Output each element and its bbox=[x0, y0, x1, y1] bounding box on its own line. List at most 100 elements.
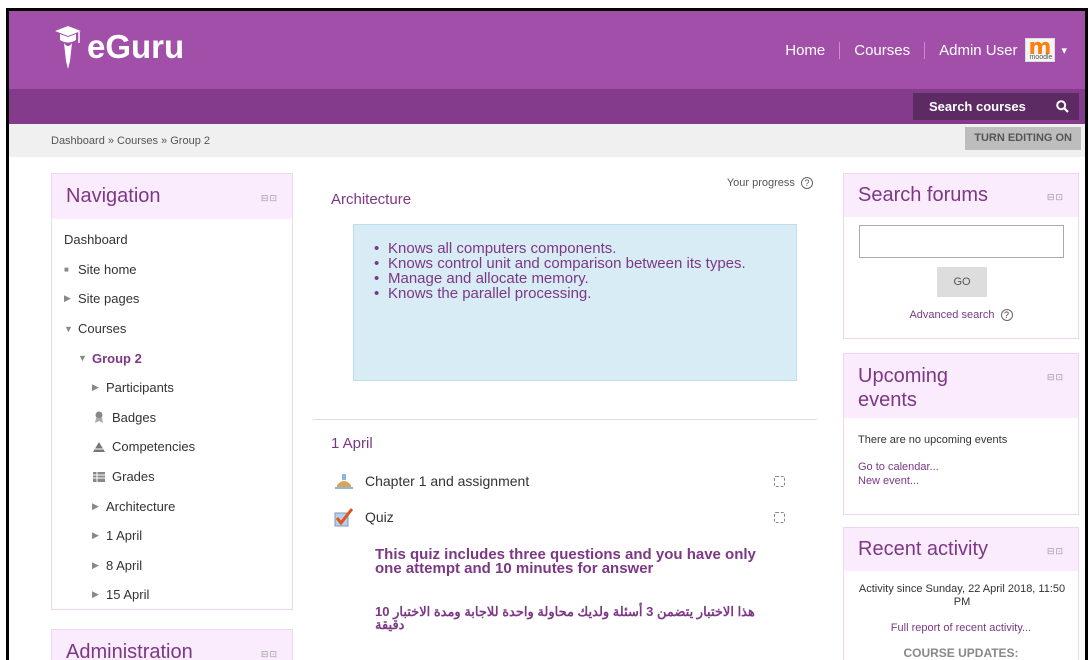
nav-item-competencies[interactable]: Competencies bbox=[64, 432, 292, 462]
section-divider bbox=[313, 419, 817, 420]
site-name: eGuru bbox=[87, 28, 185, 65]
nav-item-label: Courses bbox=[78, 321, 127, 337]
upcoming-events-header: Upcoming events ⊟⊡ bbox=[844, 354, 1078, 418]
upcoming-events-block: Upcoming events ⊟⊡ There are no upcoming… bbox=[843, 353, 1079, 515]
activity-quiz[interactable]: Quiz bbox=[333, 507, 785, 527]
go-to-calendar-link[interactable]: Go to calendar... bbox=[858, 461, 939, 473]
block-controls-icon[interactable]: ⊟⊡ bbox=[1047, 546, 1064, 557]
quiz-note-english: This quiz includes three questions and y… bbox=[375, 546, 756, 577]
navigation-block-header: Navigation ⊟⊡ bbox=[52, 174, 292, 219]
nav-courses-link[interactable]: Courses bbox=[854, 42, 910, 59]
triangle-down-icon: ▼ bbox=[78, 353, 87, 364]
triangle-right-icon: ▶ bbox=[92, 500, 99, 511]
list-item: Knows the parallel processing. bbox=[374, 286, 776, 301]
full-report-link[interactable]: Full report of recent activity... bbox=[844, 622, 1078, 634]
user-menu-caret-icon[interactable]: ▾ bbox=[1061, 44, 1067, 57]
nav-item-site-home[interactable]: ■ Site home bbox=[64, 255, 292, 285]
list-item: Manage and allocate memory. bbox=[374, 271, 776, 286]
nav-item-label: Group 2 bbox=[92, 350, 142, 366]
block-controls-icon[interactable]: ⊟⊡ bbox=[261, 649, 278, 660]
search-forums-header: Search forums ⊟⊡ bbox=[844, 174, 1078, 217]
triangle-right-icon: ▶ bbox=[64, 293, 71, 304]
breadcrumb-bar: Dashboard » Courses » Group 2 TURN EDITI… bbox=[9, 124, 1085, 157]
nav-item-courses[interactable]: ▼ Courses bbox=[64, 314, 292, 344]
nav-divider bbox=[839, 41, 841, 59]
nav-item-dashboard[interactable]: Dashboard bbox=[64, 225, 292, 255]
section-title-1-april[interactable]: 1 April bbox=[331, 435, 373, 452]
nav-item-8-april[interactable]: ▶ 8 April bbox=[64, 551, 292, 581]
completion-checkbox[interactable] bbox=[774, 475, 785, 487]
nav-item-participants[interactable]: ▶ Participants bbox=[64, 373, 292, 403]
block-controls-icon[interactable]: ⊟⊡ bbox=[1047, 372, 1064, 383]
course-updates-heading: COURSE UPDATES: bbox=[903, 646, 1019, 660]
recent-activity-header: Recent activity ⊟⊡ bbox=[844, 528, 1078, 571]
nav-item-1-april[interactable]: ▶ 1 April bbox=[64, 521, 292, 551]
triangle-right-icon: ▶ bbox=[92, 559, 99, 570]
nav-home-link[interactable]: Home bbox=[785, 42, 825, 59]
advanced-search: Advanced search ? bbox=[844, 309, 1078, 321]
site-brand[interactable]: eGuru bbox=[53, 23, 184, 73]
block-controls-icon[interactable]: ⊟⊡ bbox=[261, 193, 278, 204]
turn-editing-on-button[interactable]: TURN EDITING ON bbox=[965, 127, 1081, 150]
search-forums-go-button[interactable]: GO bbox=[937, 267, 987, 297]
competency-icon bbox=[93, 441, 105, 452]
nav-item-15-april[interactable]: ▶ 15 April bbox=[64, 580, 292, 610]
nav-item-label: 8 April bbox=[106, 557, 143, 573]
nav-item-label: Participants bbox=[106, 380, 174, 396]
search-forums-title: Search forums bbox=[858, 184, 989, 206]
activity-label: Chapter 1 and assignment bbox=[365, 473, 530, 489]
nav-item-label: Site home bbox=[78, 261, 137, 277]
block-controls-icon[interactable]: ⊟⊡ bbox=[1047, 192, 1064, 203]
learning-outcomes-list: Knows all computers components. Knows co… bbox=[374, 241, 776, 301]
nav-item-label: Dashboard bbox=[64, 232, 128, 248]
nav-item-label: Grades bbox=[112, 469, 155, 485]
nav-item-label: Competencies bbox=[112, 439, 196, 455]
completion-checkbox[interactable] bbox=[774, 511, 785, 523]
navigation-block: Navigation ⊟⊡ Dashboard ■ Site home ▶ Site… bbox=[51, 173, 293, 610]
nav-item-label: Site pages bbox=[78, 291, 140, 307]
nav-item-site-pages[interactable]: ▶ Site pages bbox=[64, 284, 292, 314]
upcoming-events-title: Upcoming events bbox=[858, 365, 949, 411]
your-progress: Your progress ? bbox=[727, 177, 813, 189]
your-progress-label: Your progress bbox=[726, 177, 795, 189]
course-content: Your progress ? Architecture Knows all c… bbox=[313, 173, 817, 660]
quiz-icon bbox=[334, 508, 354, 527]
activity-since: Activity since Sunday, 22 April 2018, 11… bbox=[858, 583, 1066, 608]
nav-item-architecture[interactable]: ▶ Architecture bbox=[64, 491, 292, 521]
help-icon[interactable]: ? bbox=[801, 177, 813, 189]
top-navigation: Home Courses Admin User m moodle ▾ bbox=[785, 35, 1067, 62]
triangle-right-icon: ▶ bbox=[92, 589, 99, 600]
search-courses-label: Search courses bbox=[929, 99, 1026, 114]
triangle-right-icon: ▶ bbox=[92, 382, 99, 393]
administration-block: Administration ⊟⊡ bbox=[51, 629, 293, 660]
new-event-link[interactable]: New event... bbox=[858, 475, 919, 487]
bullet-icon: ■ bbox=[64, 264, 69, 274]
nav-item-group-2[interactable]: ▼ Group 2 bbox=[64, 343, 292, 373]
section-title-architecture[interactable]: Architecture bbox=[331, 191, 411, 208]
avatar-caption: moodle bbox=[1029, 54, 1053, 61]
search-icon bbox=[1056, 100, 1069, 113]
grades-icon bbox=[93, 471, 105, 482]
search-courses-button[interactable]: Search courses bbox=[913, 93, 1079, 120]
search-forums-input[interactable] bbox=[859, 225, 1064, 258]
avatar[interactable]: m moodle bbox=[1025, 35, 1056, 62]
nav-item-badges[interactable]: Badges bbox=[64, 403, 292, 433]
help-icon[interactable]: ? bbox=[1000, 309, 1013, 321]
search-forums-block: Search forums ⊟⊡ GO Advanced search ? bbox=[843, 173, 1079, 339]
nav-item-grades[interactable]: Grades bbox=[64, 462, 292, 492]
badge-icon bbox=[95, 411, 103, 424]
advanced-search-link[interactable]: Advanced search bbox=[909, 309, 994, 321]
quiz-note-arabic: هذا الاختبار يتضمن 3 أسئلة ولديك محاولة … bbox=[375, 604, 755, 632]
activity-assignment[interactable]: Chapter 1 and assignment bbox=[333, 471, 785, 491]
nav-divider bbox=[924, 41, 926, 59]
site-header: eGuru Home Courses Admin User m moodle ▾ bbox=[9, 11, 1085, 89]
navigation-tree: Dashboard ■ Site home ▶ Site pages ▼ Course… bbox=[52, 219, 292, 610]
breadcrumb[interactable]: Dashboard » Courses » Group 2 bbox=[51, 135, 210, 147]
user-menu-name[interactable]: Admin User bbox=[939, 42, 1017, 59]
browser-frame: eGuru Home Courses Admin User m moodle ▾… bbox=[6, 8, 1088, 660]
navigation-title: Navigation bbox=[66, 185, 161, 207]
list-item: Knows all computers components. bbox=[374, 241, 776, 256]
assignment-icon bbox=[335, 474, 353, 489]
graduation-cap-logo-icon bbox=[55, 26, 81, 69]
nav-item-label: 1 April bbox=[106, 528, 143, 544]
